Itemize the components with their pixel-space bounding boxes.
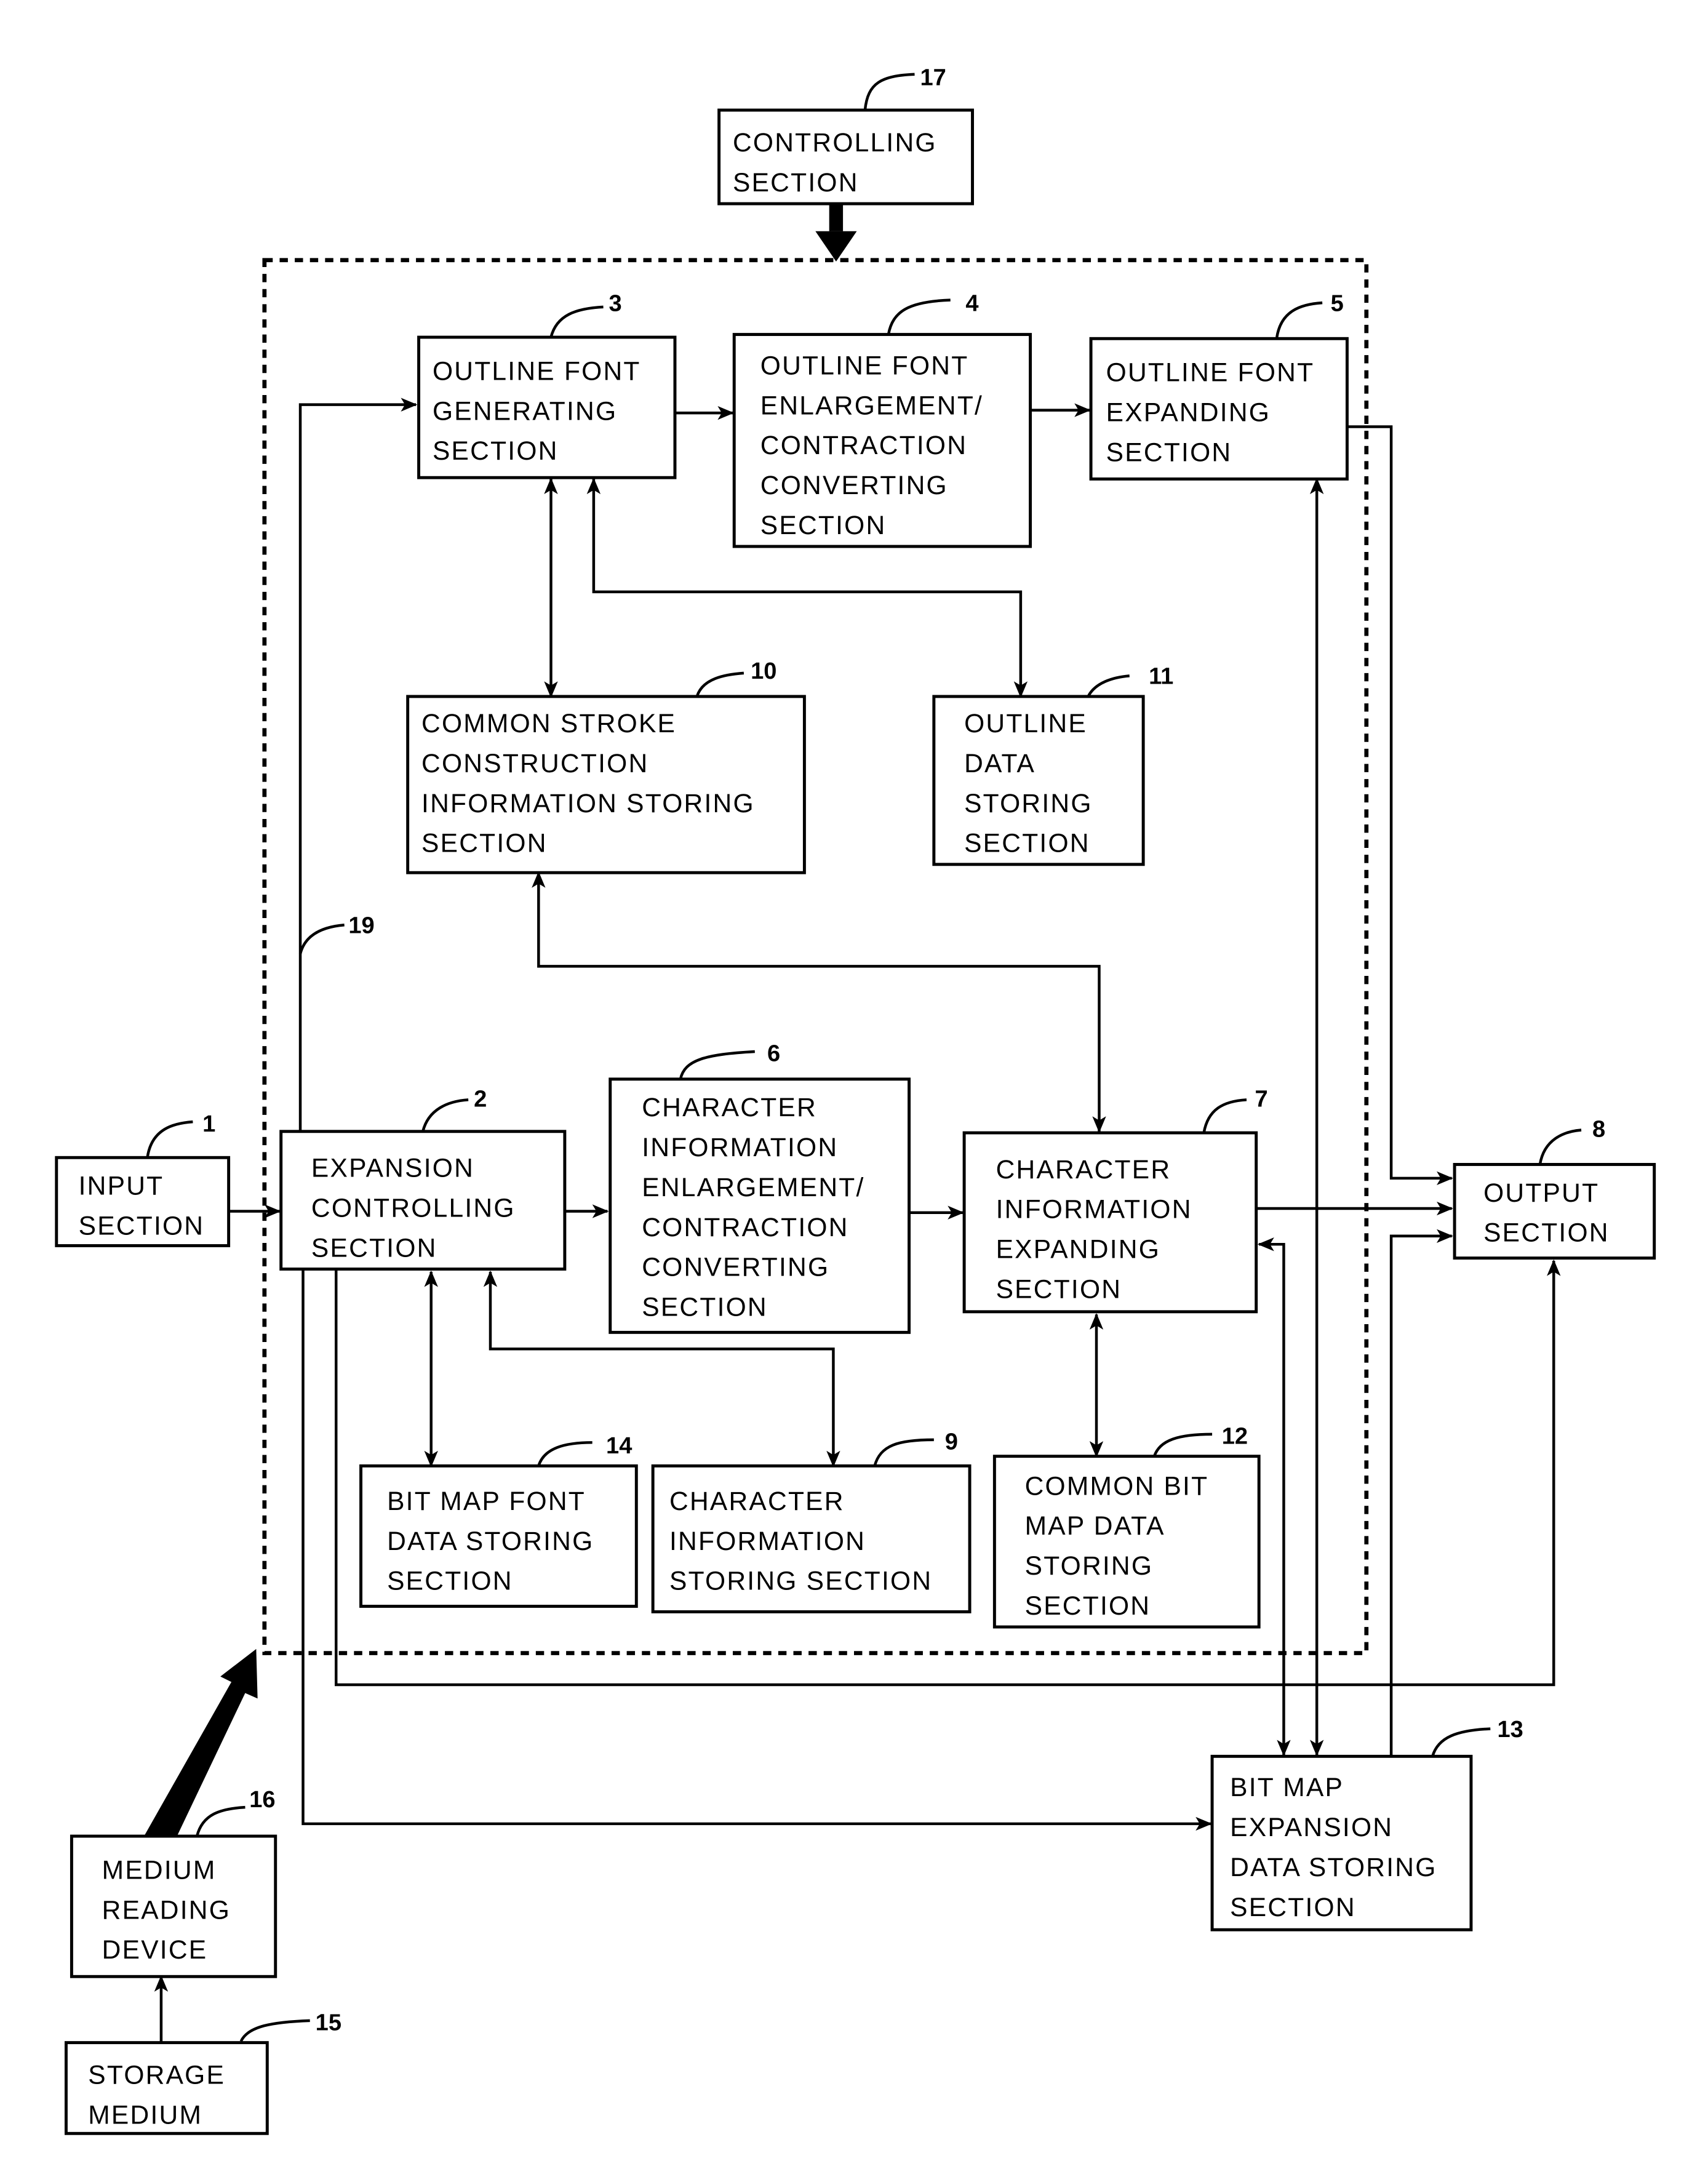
reference-numeral-1: 1 bbox=[202, 1111, 215, 1137]
reference-numeral-4: 4 bbox=[965, 291, 978, 317]
reference-numeral-7: 7 bbox=[1255, 1087, 1267, 1112]
character-information-storing-section-box: CHARACTER INFORMATION STORING SECTION bbox=[651, 1464, 972, 1613]
reference-numeral-3: 3 bbox=[609, 291, 622, 317]
block-label-line: STORING bbox=[1025, 1552, 1154, 1581]
block-label-line: EXPANDING bbox=[996, 1236, 1160, 1264]
block-label-line: DATA STORING bbox=[1230, 1853, 1437, 1882]
block-label-line: SECTION bbox=[996, 1275, 1122, 1304]
outline-font-generating-section-box: OUTLINE FONT GENERATING SECTION bbox=[417, 335, 677, 479]
block-label-line: CONTRACTION bbox=[642, 1213, 848, 1242]
block-label-line: EXPANDING bbox=[1106, 399, 1271, 428]
block-label-line: CONVERTING bbox=[642, 1253, 829, 1282]
block-label-line: BIT MAP FONT bbox=[387, 1487, 586, 1516]
block-label-line: CONSTRUCTION bbox=[421, 749, 648, 778]
block-label-line: SECTION bbox=[79, 1212, 205, 1241]
block-label-line: SECTION bbox=[964, 829, 1090, 858]
outline-font-expanding-section-box: OUTLINE FONT EXPANDING SECTION bbox=[1089, 337, 1349, 481]
bit-map-expansion-data-storing-section-box: BIT MAP EXPANSION DATA STORING SECTION bbox=[1210, 1754, 1473, 1931]
block-label-line: CHARACTER bbox=[669, 1487, 845, 1516]
reference-numeral-12: 12 bbox=[1222, 1424, 1248, 1450]
block-label-line: MEDIUM bbox=[88, 2101, 202, 2130]
outline-font-enlargement-contraction-converting-section-box: OUTLINE FONT ENLARGEMENT/CONTRACTION CONVE… bbox=[732, 333, 1032, 548]
common-stroke-construction-information-storing-section-box: COMMON STROKE CONSTRUCTION INFORMATION STO… bbox=[406, 695, 806, 874]
reference-numeral-5: 5 bbox=[1331, 291, 1344, 317]
block-label-line: MEDIUM bbox=[102, 1856, 217, 1885]
bit-map-font-data-storing-section-box: BIT MAP FONT DATA STORING SECTION bbox=[359, 1464, 638, 1608]
reference-numeral-13: 13 bbox=[1497, 1717, 1523, 1743]
block-label-line: STORING bbox=[964, 789, 1093, 818]
block-label-line: READING bbox=[102, 1896, 231, 1925]
medium-reading-arrow bbox=[143, 1648, 258, 1838]
controlling-section-box: CONTROLLING SECTION bbox=[717, 108, 974, 206]
block-label-line: EXPANSION bbox=[1230, 1813, 1393, 1842]
block-label-line: ENLARGEMENT/ bbox=[642, 1173, 864, 1202]
reference-numeral-9: 9 bbox=[945, 1429, 958, 1455]
block-label-line: OUTLINE FONT bbox=[433, 357, 641, 386]
block-label-line: ENLARGEMENT/ bbox=[760, 391, 983, 420]
outline-data-storing-section-box: OUTLINE DATA STORING SECTION bbox=[932, 695, 1145, 866]
medium-reading-device-box: MEDIUM READING DEVICE bbox=[70, 1834, 277, 1978]
block-label-line: STORING SECTION bbox=[669, 1567, 932, 1596]
block-label-line: GENERATING bbox=[433, 397, 617, 426]
reference-numeral-11: 11 bbox=[1149, 664, 1173, 690]
reference-numeral-19: 19 bbox=[348, 913, 374, 939]
block-label-line: CONTRACTION bbox=[760, 431, 967, 460]
block-label-line: SECTION bbox=[1230, 1893, 1356, 1922]
character-information-enlargement-contraction-converting-section-box: CHARACTER INFORMATION ENLARGEMENT/CONTRACT… bbox=[609, 1077, 911, 1334]
block-label-line: CONTROLLING bbox=[733, 129, 937, 158]
block-label-line: INFORMATION bbox=[996, 1196, 1192, 1224]
block-label-line: MAP DATA bbox=[1025, 1512, 1165, 1541]
block-label-line: CONVERTING bbox=[760, 471, 948, 500]
block-label-line: CHARACTER bbox=[996, 1156, 1171, 1184]
block-label-line: DATA bbox=[964, 749, 1036, 778]
block-label-line: INPUT bbox=[79, 1172, 164, 1201]
block-label-line: OUTPUT bbox=[1483, 1179, 1599, 1208]
block-label-line: SECTION bbox=[733, 169, 859, 198]
block-label-line: CONTROLLING bbox=[311, 1194, 516, 1223]
block-label-line: OUTLINE bbox=[964, 709, 1087, 738]
block-label-line: DATA STORING bbox=[387, 1527, 594, 1556]
block-label-line: OUTLINE FONT bbox=[1106, 359, 1315, 388]
block-label-line: INFORMATION STORING bbox=[421, 789, 755, 818]
block-label-line: INFORMATION bbox=[642, 1133, 838, 1162]
output-section-box: OUTPUT SECTION bbox=[1453, 1162, 1656, 1260]
block-label-line: STORAGE bbox=[88, 2061, 225, 2090]
reference-numeral-14: 14 bbox=[606, 1433, 632, 1459]
block-label-line: DEVICE bbox=[102, 1936, 208, 1965]
block-label-line: CHARACTER bbox=[642, 1093, 817, 1122]
block-label-line: SECTION bbox=[760, 511, 887, 540]
block-label-line: SECTION bbox=[311, 1234, 437, 1263]
reference-numeral-17: 17 bbox=[920, 65, 946, 91]
controlling-arrow bbox=[815, 201, 857, 262]
block-label-line: SECTION bbox=[1106, 438, 1232, 467]
reference-numeral-10: 10 bbox=[751, 658, 776, 684]
reference-numeral-16: 16 bbox=[249, 1787, 275, 1813]
character-information-expanding-section-box: CHARACTER INFORMATION EXPANDING SECTION bbox=[962, 1131, 1258, 1314]
block-label-line: SECTION bbox=[433, 437, 559, 466]
common-bit-map-data-storing-section-box: COMMON BIT MAP DATA STORING SECTION bbox=[992, 1455, 1261, 1629]
block-label-line: SECTION bbox=[642, 1293, 768, 1322]
block-label-line: OUTLINE FONT bbox=[760, 351, 969, 380]
block-label-line: INFORMATION bbox=[669, 1527, 866, 1556]
reference-numeral-15: 15 bbox=[316, 2010, 341, 2036]
reference-numeral-2: 2 bbox=[474, 1087, 487, 1112]
block-label-line: EXPANSION bbox=[311, 1154, 474, 1183]
block-label-line: SECTION bbox=[1025, 1592, 1151, 1621]
block-label-line: SECTION bbox=[1483, 1219, 1610, 1248]
reference-numeral-6: 6 bbox=[767, 1041, 780, 1067]
block-diagram: CONTROLLING SECTION OUTLINE FONT GENERATING… bbox=[55, 65, 1656, 2135]
block-label-line: BIT MAP bbox=[1230, 1773, 1344, 1802]
block-label-line: COMMON STROKE bbox=[421, 709, 676, 738]
block-label-line: SECTION bbox=[421, 829, 548, 858]
storage-medium-box: STORAGE MEDIUM bbox=[64, 2041, 269, 2135]
expansion-controlling-section-box: EXPANSION CONTROLLING SECTION bbox=[279, 1130, 567, 1271]
block-label-line: SECTION bbox=[387, 1567, 513, 1596]
block-label-line: COMMON BIT bbox=[1025, 1472, 1209, 1501]
input-section-box: INPUT SECTION bbox=[55, 1156, 231, 1247]
reference-numeral-8: 8 bbox=[1592, 1117, 1605, 1143]
